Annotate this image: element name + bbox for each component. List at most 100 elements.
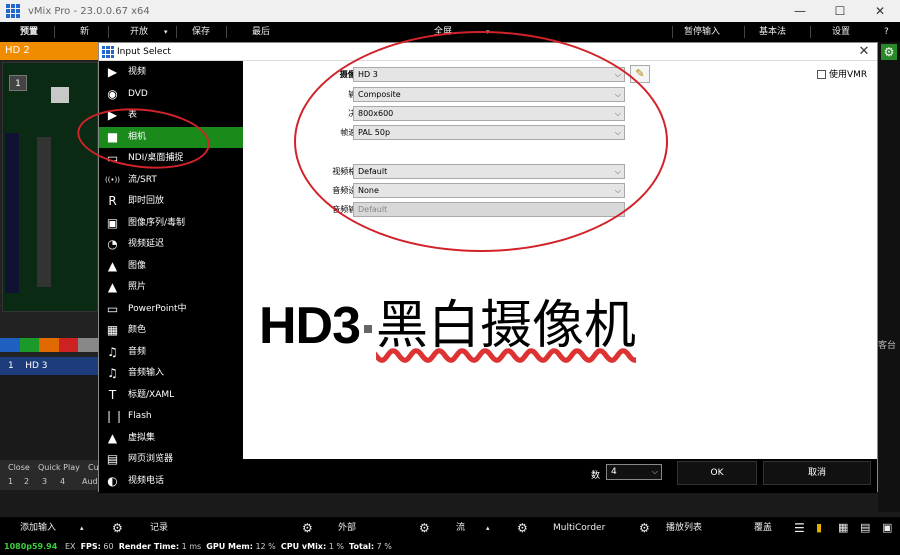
- category-item[interactable]: ▲ 照片: [99, 277, 243, 298]
- menu-fullscreen-dropdown-icon[interactable]: ▾: [486, 22, 490, 42]
- preview-video[interactable]: 1: [2, 62, 98, 312]
- external-gear-icon[interactable]: ⚙: [302, 517, 313, 539]
- framerate-select[interactable]: PAL 50p ⌵: [353, 125, 625, 140]
- category-item[interactable]: R 即时回放: [99, 191, 243, 212]
- tab-quick-play[interactable]: Quick Play: [38, 461, 80, 474]
- category-label: 虚拟集: [128, 432, 156, 443]
- category-item[interactable]: ▶ 视频: [99, 62, 243, 83]
- input-row-hd3[interactable]: 1 HD 3: [0, 357, 98, 375]
- category-item[interactable]: ◔ 视频延迟: [99, 234, 243, 255]
- maximize-button[interactable]: ☐: [820, 0, 860, 22]
- category-icon: ▤: [106, 452, 119, 466]
- add-input-dropdown-icon[interactable]: ▴: [80, 517, 84, 539]
- category-item[interactable]: ▦ 颜色: [99, 320, 243, 341]
- menu-new[interactable]: 新: [80, 22, 89, 42]
- category-label: 相机: [128, 131, 147, 142]
- chevron-down-icon: ⌵: [614, 109, 621, 118]
- swatch-blue[interactable]: [0, 338, 20, 352]
- menu-save[interactable]: 保存: [192, 22, 210, 42]
- menu-lines-icon[interactable]: ☰: [794, 517, 805, 539]
- input-select[interactable]: Composite ⌵: [353, 87, 625, 102]
- category-item[interactable]: ((•)) 流/SRT: [99, 170, 243, 191]
- category-icon: ◐: [107, 473, 118, 488]
- swatch-gray[interactable]: [78, 338, 98, 352]
- tab-num-3[interactable]: 3: [42, 475, 47, 488]
- menu-presets[interactable]: 预置: [20, 22, 38, 42]
- preview-fader[interactable]: [37, 137, 51, 287]
- vmix-logo-icon: [6, 4, 20, 18]
- layout-icon[interactable]: ▤: [860, 517, 870, 539]
- overlay-button[interactable]: 覆盖: [754, 517, 772, 539]
- tab-num-4[interactable]: 4: [60, 475, 65, 488]
- swatch-red[interactable]: [58, 338, 79, 352]
- add-input-button[interactable]: 添加输入: [20, 517, 56, 539]
- stream-gear-icon[interactable]: ⚙: [419, 517, 430, 539]
- menu-open-dropdown-icon[interactable]: ▾: [164, 22, 168, 42]
- category-icon: R: [108, 194, 117, 208]
- swatch-orange[interactable]: [39, 338, 59, 352]
- tab-num-1[interactable]: 1: [8, 475, 13, 488]
- category-item[interactable]: ❘❘ Flash: [99, 406, 243, 427]
- swatch-green[interactable]: [19, 338, 40, 352]
- tab-close[interactable]: Close: [8, 461, 30, 474]
- input-select-dialog: Input Select ✕ ▶ 视频 ◉ DVD ▶ 表 ■ 相机 ▭ NDI/桌面捕捉 ((•)…: [98, 42, 878, 493]
- status-total-label: Total:: [349, 542, 375, 551]
- category-item[interactable]: ▲ 虚拟集: [99, 428, 243, 449]
- ok-button[interactable]: OK: [677, 461, 757, 485]
- menu-last[interactable]: 最后: [252, 22, 270, 42]
- category-label: 标题/XAML: [128, 389, 175, 400]
- record-gear-icon[interactable]: ⚙: [112, 517, 123, 539]
- stream-button[interactable]: 流: [456, 517, 465, 539]
- playlist-gear-icon[interactable]: ⚙: [639, 517, 650, 539]
- dialog-close-icon[interactable]: ✕: [857, 43, 871, 61]
- audio-meter-icon[interactable]: ▮: [816, 517, 822, 539]
- number-value: 4: [611, 467, 617, 477]
- category-item[interactable]: T 标题/XAML: [99, 385, 243, 406]
- menu-help[interactable]: ?: [884, 22, 889, 42]
- audiodevice-select[interactable]: None ⌵: [353, 183, 625, 198]
- close-window-button[interactable]: ✕: [860, 0, 900, 22]
- chevron-down-icon: ⌵: [614, 90, 621, 99]
- category-item[interactable]: ▤ 网页浏览器: [99, 449, 243, 470]
- category-item[interactable]: ■ 相机: [99, 126, 243, 148]
- cancel-button[interactable]: 取消: [763, 461, 871, 485]
- category-item[interactable]: ▭ PowerPoint中: [99, 299, 243, 320]
- gear-icon[interactable]: ⚙: [881, 44, 897, 60]
- category-item[interactable]: ◉ DVD: [99, 84, 243, 105]
- category-item[interactable]: ▭ NDI/桌面捕捉: [99, 148, 243, 169]
- chevron-down-icon: ⌵: [651, 467, 658, 476]
- use-vmr-checkbox[interactable]: 使用VMR: [817, 67, 867, 80]
- category-item[interactable]: ◐ 视频电话: [99, 471, 243, 492]
- external-button[interactable]: 外部: [338, 517, 356, 539]
- category-item[interactable]: ♫ 音频: [99, 342, 243, 363]
- category-label: 音频输入: [128, 368, 165, 378]
- category-item[interactable]: ▶ 表: [99, 105, 243, 126]
- menu-settings[interactable]: 设置: [832, 22, 850, 42]
- color-swatches: [0, 338, 98, 352]
- minimize-button[interactable]: —: [780, 0, 820, 22]
- menu-fullscreen[interactable]: 全屏: [434, 22, 452, 42]
- grid-icon[interactable]: ▦: [838, 517, 848, 539]
- camera-value: HD 3: [358, 70, 378, 79]
- menu-open[interactable]: 开放: [130, 22, 148, 42]
- resolution-select[interactable]: 800x600 ⌵: [353, 106, 625, 121]
- category-item[interactable]: ▣ 图像序列/毒制: [99, 213, 243, 234]
- menu-basic[interactable]: 基本法: [759, 22, 786, 42]
- preview-toolstrip[interactable]: [5, 133, 19, 293]
- category-icon: ▭: [106, 151, 119, 165]
- pencil-icon[interactable]: ✎: [630, 65, 650, 83]
- tab-num-2[interactable]: 2: [24, 475, 29, 488]
- category-item[interactable]: ▲ 图像: [99, 256, 243, 277]
- multicorder-button[interactable]: MultiCorder: [553, 517, 605, 539]
- videoformat-select[interactable]: Default ⌵: [353, 164, 625, 179]
- multicorder-gear-icon[interactable]: ⚙: [517, 517, 528, 539]
- stream-dropdown-icon[interactable]: ▴: [486, 517, 490, 539]
- menu-pause-inputs[interactable]: 暂停输入: [684, 22, 720, 42]
- category-item[interactable]: ♫ 音频输入: [99, 363, 243, 384]
- camera-select[interactable]: HD 3 ⌵: [353, 67, 625, 82]
- number-select[interactable]: 4 ⌵: [606, 464, 662, 480]
- lock-icon[interactable]: ▣: [882, 517, 892, 539]
- record-button[interactable]: 记录: [150, 517, 168, 539]
- category-label: NDI/桌面捕捉: [128, 153, 184, 163]
- playlist-button[interactable]: 播放列表: [666, 517, 702, 539]
